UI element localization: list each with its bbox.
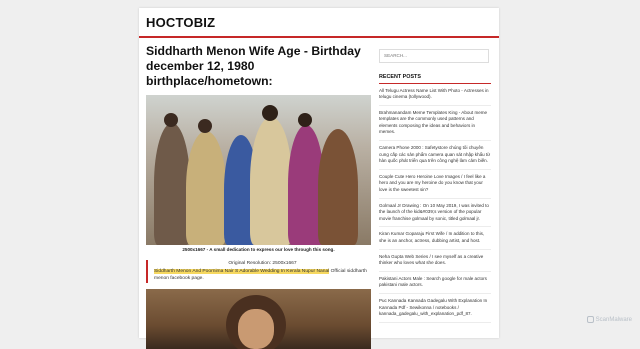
recent-post-link[interactable]: Pakistani Actors Male : Search google fo… (379, 272, 491, 294)
recent-post-link[interactable]: Golmaal Jr Drawing : On 10 May 2019, I w… (379, 199, 491, 228)
highlighted-text: Siddharth Menon And Poornima Nair S Ador… (154, 268, 330, 274)
image-meta: Original Resolution: 2500x1667 Siddharth… (146, 260, 371, 283)
wedding-photo[interactable] (146, 95, 371, 245)
recent-post-link[interactable]: Puc Kannada Kannada Gadegalu With Explan… (379, 294, 491, 323)
page-container: HOCTOBIZ Siddharth Menon Wife Age - Birt… (139, 8, 499, 349)
recent-post-link[interactable]: Neha Gupta Web Series / I see myself as … (379, 250, 491, 272)
sidebar: RECENT POSTS All Telugu Actress Name Lis… (379, 44, 491, 323)
watermark-text: ScanMalware (595, 316, 632, 323)
site-header: HOCTOBIZ (139, 8, 499, 38)
recent-posts-list: All Telugu Actress Name List With Photo … (379, 84, 491, 323)
watermark: ScanMalware (586, 316, 632, 323)
site-title-link[interactable]: HOCTOBIZ (146, 15, 215, 30)
recent-post-link[interactable]: Kiran Kumar Goparaju First Wife / In add… (379, 227, 491, 250)
meta-description: Siddharth Menon And Poornima Nair S Ador… (154, 268, 371, 283)
recent-post-link[interactable]: All Telugu Actress Name List With Photo … (379, 84, 491, 106)
post-title: Siddharth Menon Wife Age - Birthday dece… (146, 44, 361, 88)
recent-post-link[interactable]: Brahmanandam Meme Templates King - About… (379, 106, 491, 142)
original-resolution: Original Resolution: 2500x1667 (228, 261, 297, 266)
recent-post-link[interactable]: Camera Phone 2000 : Safetystore chúng tô… (379, 141, 491, 170)
main-content: Siddharth Menon Wife Age - Birthday dece… (146, 44, 371, 349)
search-input[interactable] (379, 48, 489, 63)
recent-post-link[interactable]: Couple Cute Hero Heroine Love Images / I… (379, 170, 491, 199)
scanmalware-logo-icon (586, 316, 594, 323)
image-caption: 2500x1667 - A small dedication to expres… (182, 247, 335, 252)
second-photo[interactable] (146, 288, 371, 349)
recent-posts-title: RECENT POSTS (379, 74, 491, 84)
